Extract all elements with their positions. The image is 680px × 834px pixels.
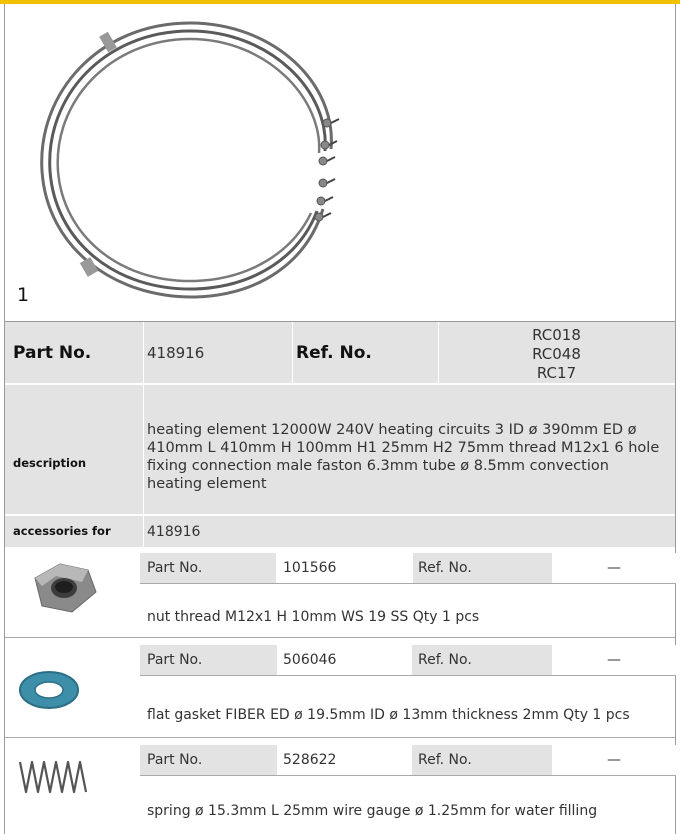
accessory-description: flat gasket FIBER ED ø 19.5mm ID ø 13mm … (147, 707, 630, 723)
divider (143, 516, 144, 547)
ref-no-item: RC018 (532, 326, 581, 344)
divider (143, 322, 144, 383)
accessory-part-no: 528622 (283, 752, 337, 768)
image-number: 1 (17, 284, 30, 306)
part-no-label: Part No. (13, 343, 92, 363)
accessory-divider (140, 675, 676, 676)
description-text: heating element 12000W 240V heating circ… (147, 422, 660, 492)
accessory-divider (140, 583, 676, 584)
accessory-description: nut thread M12x1 H 10mm WS 19 SS Qty 1 p… (147, 609, 480, 625)
accessories-label: accessories for (13, 524, 111, 538)
ref-no-item: RC17 (536, 364, 577, 382)
accessory-part-no-label: Part No. (147, 752, 203, 768)
accessory-part-no: 101566 (283, 560, 337, 576)
part-no-value: 418916 (147, 344, 205, 362)
description-label: description (13, 456, 87, 470)
accessory-part-no-label: Part No. (147, 560, 203, 576)
heating-element-image (40, 21, 340, 299)
product-image-box (5, 5, 675, 322)
accessory-part-no-label: Part No. (147, 652, 203, 668)
accessory-ref-no: — (607, 560, 621, 576)
accessory-ref-no: — (607, 752, 621, 768)
row-separator (5, 637, 675, 638)
accessories-value: 418916 (147, 524, 201, 540)
divider (412, 553, 413, 583)
flat-gasket-icon (19, 671, 79, 709)
accessory-description: spring ø 15.3mm L 25mm wire gauge ø 1.25… (147, 803, 598, 819)
ref-no-values: RC018 RC048 RC17 (438, 326, 675, 383)
divider (143, 385, 144, 514)
ref-no-item: RC048 (532, 345, 581, 363)
accessory-ref-no-label: Ref. No. (418, 752, 472, 768)
spring-icon (18, 760, 88, 794)
divider (292, 322, 293, 383)
accessory-part-no: 506046 (283, 652, 337, 668)
accessory-divider (140, 775, 676, 776)
hex-nut-icon (34, 563, 97, 613)
ref-no-label: Ref. No. (296, 343, 372, 363)
row-separator (5, 737, 675, 738)
accessory-ref-no-label: Ref. No. (418, 560, 472, 576)
accessory-ref-no: — (607, 652, 621, 668)
accessory-ref-no-label: Ref. No. (418, 652, 472, 668)
